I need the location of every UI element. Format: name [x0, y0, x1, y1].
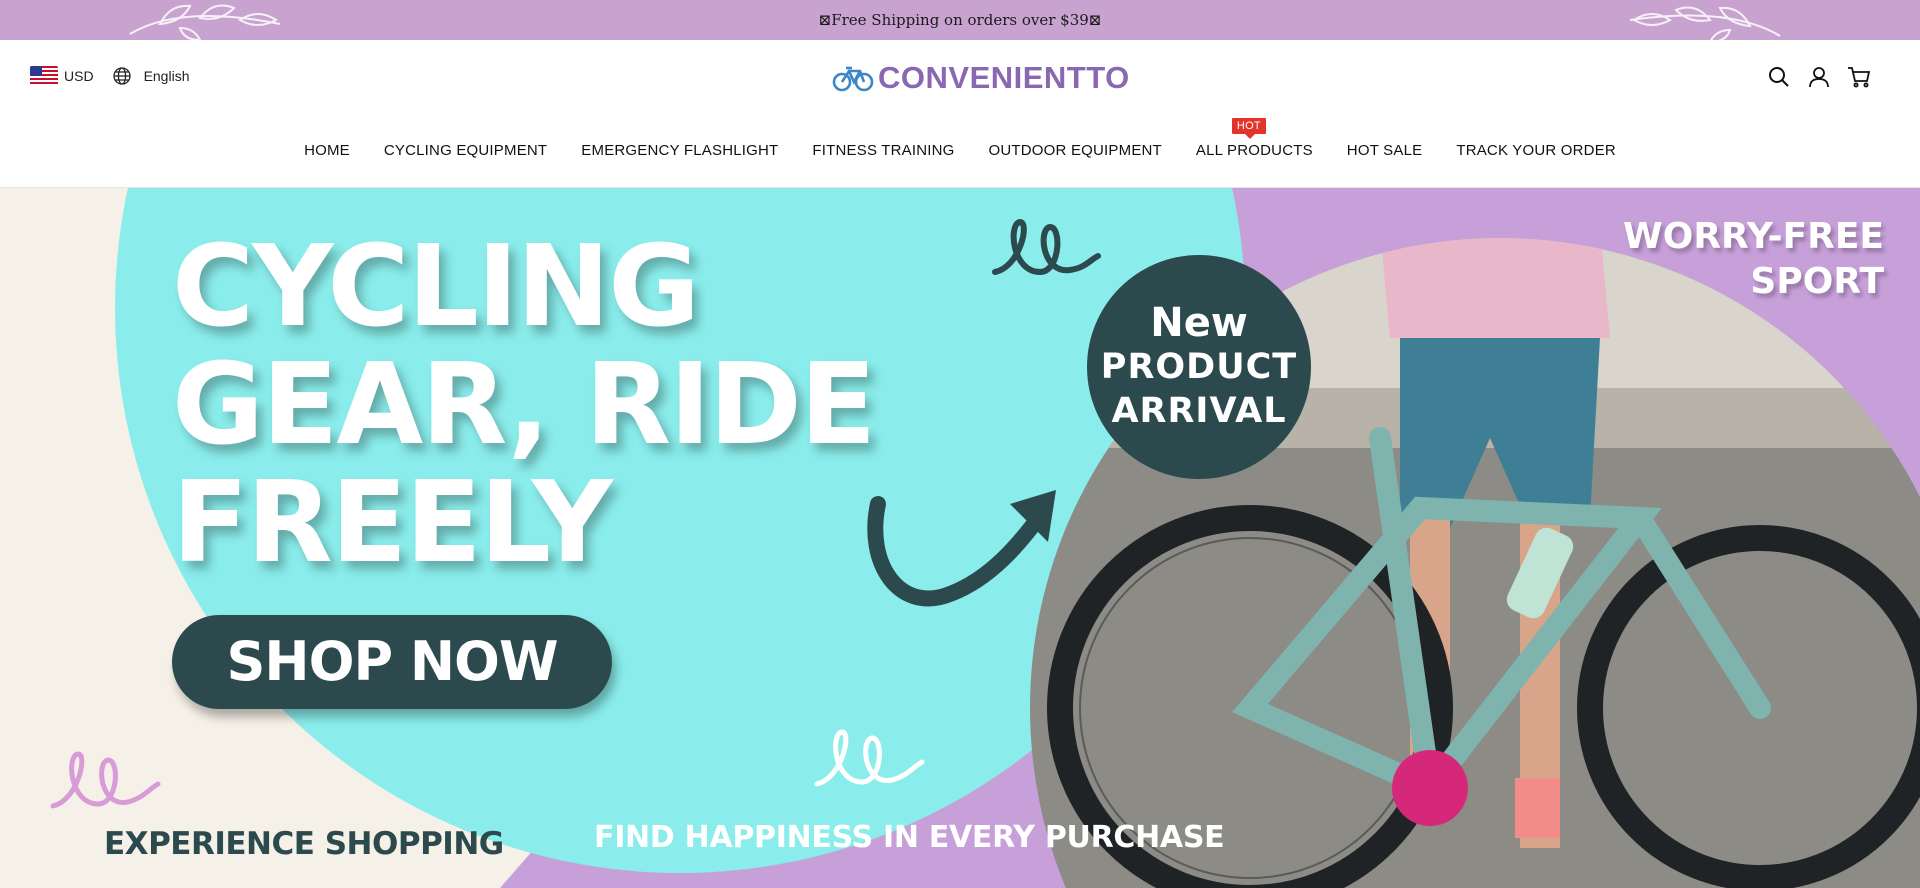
- locale-selector: USD English: [30, 66, 189, 86]
- search-icon[interactable]: [1766, 64, 1792, 90]
- experience-shopping-text: EXPERIENCE SHOPPING: [104, 826, 504, 862]
- new-arrival-badge: New PRODUCT ARRIVAL: [1087, 255, 1311, 479]
- globe-icon[interactable]: [112, 66, 132, 86]
- announcement-bar: ⊠Free Shipping on orders over $39⊠: [0, 0, 1920, 40]
- nav-home[interactable]: HOME: [303, 142, 351, 159]
- cart-icon[interactable]: [1846, 64, 1872, 90]
- swirl-decoration-center: [814, 729, 925, 787]
- tagline-line-1: WORRY-FREE: [1623, 216, 1884, 257]
- headline-line-3: FREELY: [172, 458, 613, 588]
- free-shipping-text: ⊠Free Shipping on orders over $39⊠: [818, 11, 1102, 29]
- badge-line-3: ARRIVAL: [1111, 391, 1287, 431]
- worry-free-tagline: WORRY-FREE SPORT: [1623, 214, 1884, 304]
- swirl-decoration-left: [50, 751, 161, 809]
- site-logo[interactable]: CONVENIENTTO: [832, 60, 1130, 96]
- us-flag-icon[interactable]: [30, 66, 58, 86]
- tagline-line-2: SPORT: [1750, 261, 1884, 302]
- hot-badge: HOT: [1231, 118, 1266, 139]
- badge-line-2: PRODUCT: [1100, 347, 1298, 387]
- nav-emergency-flashlight[interactable]: EMERGENCY FLASHLIGHT: [580, 142, 779, 159]
- hero-headline: CYCLING GEAR, RIDE FREELY: [172, 222, 876, 588]
- swirl-decoration-top: [992, 218, 1101, 276]
- language-selector[interactable]: English: [144, 68, 190, 84]
- nav-fitness-training[interactable]: FITNESS TRAINING: [811, 142, 955, 159]
- find-happiness-text: FIND HAPPINESS IN EVERY PURCHASE: [594, 820, 1225, 855]
- bicycle-logo-icon: [832, 66, 874, 92]
- headline-line-1: CYCLING: [172, 222, 700, 352]
- hero-banner[interactable]: CYCLING GEAR, RIDE FREELY SHOP NOW New P…: [0, 188, 1920, 888]
- header-tools: [1752, 64, 1872, 90]
- headline-line-2: GEAR, RIDE: [172, 340, 876, 470]
- nav-hot-sale[interactable]: HOT SALE: [1346, 142, 1424, 159]
- shop-now-button[interactable]: SHOP NOW: [172, 615, 612, 709]
- nav-all-products[interactable]: ALL PRODUCTS HOT: [1195, 118, 1314, 159]
- currency-selector[interactable]: USD: [64, 68, 94, 84]
- account-icon[interactable]: [1806, 64, 1832, 90]
- logo-text: CONVENIENTTO: [878, 60, 1130, 95]
- nav-track-your-order[interactable]: TRACK YOUR ORDER: [1455, 142, 1617, 159]
- nav-cycling-equipment[interactable]: CYCLING EQUIPMENT: [383, 142, 548, 159]
- nav-all-products-label: ALL PRODUCTS: [1195, 142, 1313, 159]
- site-header: USD English CONVENIENTTO HOME CYCLING EQ…: [0, 40, 1920, 188]
- badge-line-1: New: [1150, 300, 1248, 346]
- main-navigation: HOME CYCLING EQUIPMENT EMERGENCY FLASHLI…: [0, 118, 1920, 159]
- nav-outdoor-equipment[interactable]: OUTDOOR EQUIPMENT: [988, 142, 1163, 159]
- arrow-decoration: [867, 490, 1056, 607]
